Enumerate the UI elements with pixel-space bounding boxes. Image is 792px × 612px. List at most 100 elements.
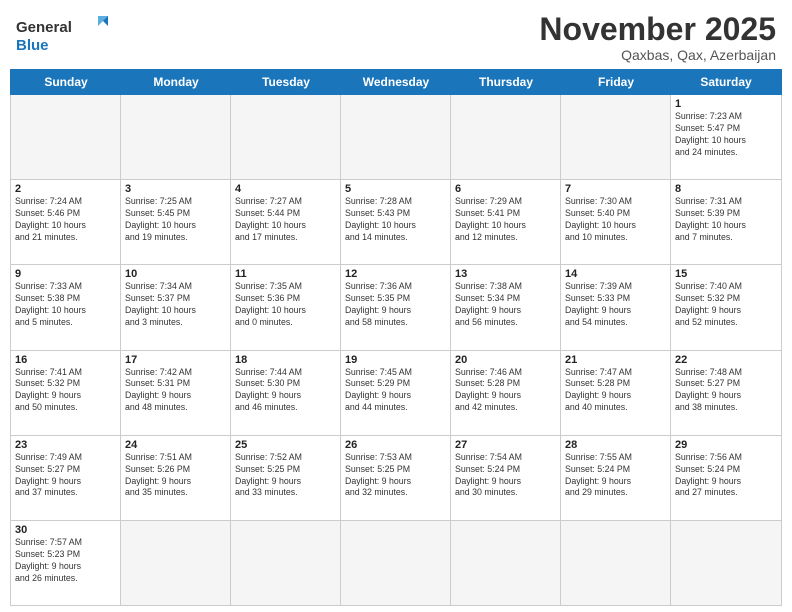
calendar-cell: 5Sunrise: 7:28 AM Sunset: 5:43 PM Daylig… <box>341 180 451 264</box>
calendar-cell: 12Sunrise: 7:36 AM Sunset: 5:35 PM Dayli… <box>341 265 451 349</box>
cell-info: Sunrise: 7:24 AM Sunset: 5:46 PM Dayligh… <box>15 196 116 244</box>
calendar-cell: 27Sunrise: 7:54 AM Sunset: 5:24 PM Dayli… <box>451 436 561 520</box>
calendar-row-1: 2Sunrise: 7:24 AM Sunset: 5:46 PM Daylig… <box>11 180 781 265</box>
calendar-cell: 7Sunrise: 7:30 AM Sunset: 5:40 PM Daylig… <box>561 180 671 264</box>
header: General Blue November 2025 Qaxbas, Qax, … <box>0 0 792 69</box>
calendar-cell: 2Sunrise: 7:24 AM Sunset: 5:46 PM Daylig… <box>11 180 121 264</box>
weekday-header-saturday: Saturday <box>671 70 781 94</box>
day-number: 11 <box>235 268 336 280</box>
calendar-row-3: 16Sunrise: 7:41 AM Sunset: 5:32 PM Dayli… <box>11 351 781 436</box>
cell-info: Sunrise: 7:45 AM Sunset: 5:29 PM Dayligh… <box>345 367 446 415</box>
cell-info: Sunrise: 7:52 AM Sunset: 5:25 PM Dayligh… <box>235 452 336 500</box>
day-number: 2 <box>15 183 116 195</box>
calendar-row-4: 23Sunrise: 7:49 AM Sunset: 5:27 PM Dayli… <box>11 436 781 521</box>
day-number: 8 <box>675 183 777 195</box>
calendar-cell <box>561 521 671 605</box>
day-number: 17 <box>125 354 226 366</box>
cell-info: Sunrise: 7:53 AM Sunset: 5:25 PM Dayligh… <box>345 452 446 500</box>
calendar-cell <box>121 95 231 179</box>
calendar: SundayMondayTuesdayWednesdayThursdayFrid… <box>0 69 792 612</box>
calendar-cell: 6Sunrise: 7:29 AM Sunset: 5:41 PM Daylig… <box>451 180 561 264</box>
day-number: 24 <box>125 439 226 451</box>
calendar-cell <box>561 95 671 179</box>
day-number: 15 <box>675 268 777 280</box>
day-number: 18 <box>235 354 336 366</box>
day-number: 27 <box>455 439 556 451</box>
cell-info: Sunrise: 7:35 AM Sunset: 5:36 PM Dayligh… <box>235 281 336 329</box>
day-number: 30 <box>15 524 116 536</box>
day-number: 3 <box>125 183 226 195</box>
calendar-cell <box>231 95 341 179</box>
day-number: 25 <box>235 439 336 451</box>
cell-info: Sunrise: 7:29 AM Sunset: 5:41 PM Dayligh… <box>455 196 556 244</box>
cell-info: Sunrise: 7:33 AM Sunset: 5:38 PM Dayligh… <box>15 281 116 329</box>
day-number: 20 <box>455 354 556 366</box>
calendar-header: SundayMondayTuesdayWednesdayThursdayFrid… <box>10 69 782 95</box>
logo-svg-graphic: General Blue <box>16 12 116 56</box>
cell-info: Sunrise: 7:27 AM Sunset: 5:44 PM Dayligh… <box>235 196 336 244</box>
cell-info: Sunrise: 7:28 AM Sunset: 5:43 PM Dayligh… <box>345 196 446 244</box>
calendar-cell: 20Sunrise: 7:46 AM Sunset: 5:28 PM Dayli… <box>451 351 561 435</box>
calendar-cell: 26Sunrise: 7:53 AM Sunset: 5:25 PM Dayli… <box>341 436 451 520</box>
day-number: 26 <box>345 439 446 451</box>
day-number: 22 <box>675 354 777 366</box>
calendar-cell <box>451 95 561 179</box>
weekday-header-wednesday: Wednesday <box>341 70 451 94</box>
day-number: 23 <box>15 439 116 451</box>
cell-info: Sunrise: 7:41 AM Sunset: 5:32 PM Dayligh… <box>15 367 116 415</box>
day-number: 7 <box>565 183 666 195</box>
day-number: 29 <box>675 439 777 451</box>
cell-info: Sunrise: 7:39 AM Sunset: 5:33 PM Dayligh… <box>565 281 666 329</box>
calendar-row-0: 1Sunrise: 7:23 AM Sunset: 5:47 PM Daylig… <box>11 95 781 180</box>
weekday-header-tuesday: Tuesday <box>231 70 341 94</box>
cell-info: Sunrise: 7:34 AM Sunset: 5:37 PM Dayligh… <box>125 281 226 329</box>
day-number: 13 <box>455 268 556 280</box>
cell-info: Sunrise: 7:51 AM Sunset: 5:26 PM Dayligh… <box>125 452 226 500</box>
cell-info: Sunrise: 7:54 AM Sunset: 5:24 PM Dayligh… <box>455 452 556 500</box>
day-number: 5 <box>345 183 446 195</box>
cell-info: Sunrise: 7:36 AM Sunset: 5:35 PM Dayligh… <box>345 281 446 329</box>
cell-info: Sunrise: 7:30 AM Sunset: 5:40 PM Dayligh… <box>565 196 666 244</box>
cell-info: Sunrise: 7:23 AM Sunset: 5:47 PM Dayligh… <box>675 111 777 159</box>
month-title: November 2025 <box>539 12 776 47</box>
day-number: 6 <box>455 183 556 195</box>
calendar-cell: 4Sunrise: 7:27 AM Sunset: 5:44 PM Daylig… <box>231 180 341 264</box>
svg-text:Blue: Blue <box>16 37 49 54</box>
logo: General Blue <box>16 12 116 56</box>
day-number: 12 <box>345 268 446 280</box>
cell-info: Sunrise: 7:49 AM Sunset: 5:27 PM Dayligh… <box>15 452 116 500</box>
svg-text:General: General <box>16 19 72 36</box>
weekday-header-monday: Monday <box>121 70 231 94</box>
calendar-cell: 16Sunrise: 7:41 AM Sunset: 5:32 PM Dayli… <box>11 351 121 435</box>
weekday-header-sunday: Sunday <box>11 70 121 94</box>
cell-info: Sunrise: 7:48 AM Sunset: 5:27 PM Dayligh… <box>675 367 777 415</box>
calendar-cell: 25Sunrise: 7:52 AM Sunset: 5:25 PM Dayli… <box>231 436 341 520</box>
calendar-body: 1Sunrise: 7:23 AM Sunset: 5:47 PM Daylig… <box>10 95 782 606</box>
cell-info: Sunrise: 7:38 AM Sunset: 5:34 PM Dayligh… <box>455 281 556 329</box>
cell-info: Sunrise: 7:42 AM Sunset: 5:31 PM Dayligh… <box>125 367 226 415</box>
cell-info: Sunrise: 7:40 AM Sunset: 5:32 PM Dayligh… <box>675 281 777 329</box>
calendar-cell <box>341 521 451 605</box>
calendar-cell <box>671 521 781 605</box>
day-number: 4 <box>235 183 336 195</box>
calendar-cell: 23Sunrise: 7:49 AM Sunset: 5:27 PM Dayli… <box>11 436 121 520</box>
cell-info: Sunrise: 7:44 AM Sunset: 5:30 PM Dayligh… <box>235 367 336 415</box>
title-block: November 2025 Qaxbas, Qax, Azerbaijan <box>539 12 776 63</box>
calendar-cell: 15Sunrise: 7:40 AM Sunset: 5:32 PM Dayli… <box>671 265 781 349</box>
day-number: 10 <box>125 268 226 280</box>
calendar-cell: 24Sunrise: 7:51 AM Sunset: 5:26 PM Dayli… <box>121 436 231 520</box>
calendar-cell: 28Sunrise: 7:55 AM Sunset: 5:24 PM Dayli… <box>561 436 671 520</box>
weekday-header-friday: Friday <box>561 70 671 94</box>
day-number: 14 <box>565 268 666 280</box>
calendar-cell <box>121 521 231 605</box>
cell-info: Sunrise: 7:56 AM Sunset: 5:24 PM Dayligh… <box>675 452 777 500</box>
calendar-row-2: 9Sunrise: 7:33 AM Sunset: 5:38 PM Daylig… <box>11 265 781 350</box>
cell-info: Sunrise: 7:46 AM Sunset: 5:28 PM Dayligh… <box>455 367 556 415</box>
subtitle: Qaxbas, Qax, Azerbaijan <box>539 47 776 63</box>
calendar-cell: 8Sunrise: 7:31 AM Sunset: 5:39 PM Daylig… <box>671 180 781 264</box>
cell-info: Sunrise: 7:31 AM Sunset: 5:39 PM Dayligh… <box>675 196 777 244</box>
calendar-row-5: 30Sunrise: 7:57 AM Sunset: 5:23 PM Dayli… <box>11 521 781 605</box>
cell-info: Sunrise: 7:25 AM Sunset: 5:45 PM Dayligh… <box>125 196 226 244</box>
calendar-cell: 10Sunrise: 7:34 AM Sunset: 5:37 PM Dayli… <box>121 265 231 349</box>
calendar-cell: 13Sunrise: 7:38 AM Sunset: 5:34 PM Dayli… <box>451 265 561 349</box>
